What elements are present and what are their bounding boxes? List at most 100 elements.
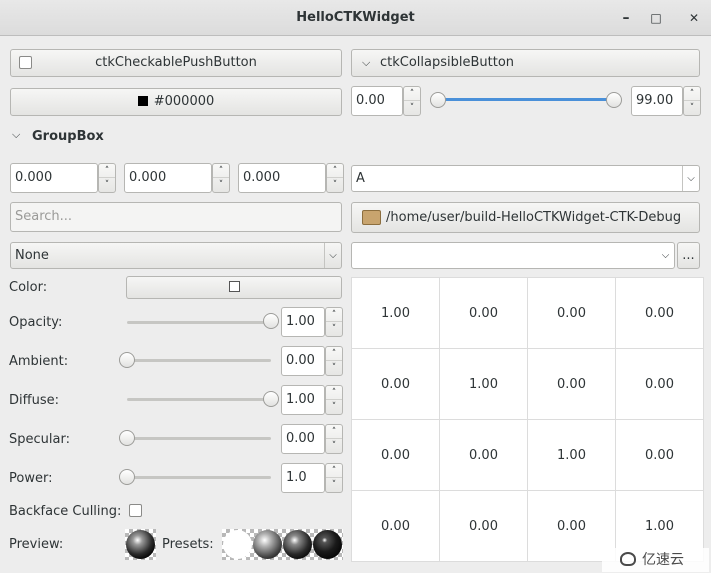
power-input[interactable]: 1.0: [281, 463, 325, 493]
range-max-spinner[interactable]: ˄ ˅: [683, 86, 701, 116]
directory-button[interactable]: /home/user/build-HelloCTKWidget-CTK-Debu…: [351, 202, 700, 233]
groupbox-title[interactable]: GroupBox: [32, 127, 104, 147]
spin-down-icon[interactable]: ˅: [404, 101, 420, 115]
search-input[interactable]: Search...: [10, 202, 342, 232]
preset-sphere-black-icon[interactable]: [313, 530, 342, 559]
specular-slider-handle[interactable]: [119, 430, 135, 446]
matrix-cell[interactable]: 0.00: [615, 419, 704, 491]
spin-up-icon[interactable]: ˄: [326, 308, 342, 322]
backface-culling-checkbox[interactable]: [129, 504, 142, 517]
diffuse-input[interactable]: 1.00: [281, 385, 325, 415]
matrix-cell[interactable]: 1.00: [351, 277, 440, 349]
range-max-input[interactable]: 99.00: [631, 86, 683, 116]
matrix-cell[interactable]: 0.00: [351, 419, 440, 491]
spin-up-icon[interactable]: ˄: [684, 87, 700, 101]
spin-up-icon[interactable]: ˄: [327, 164, 343, 178]
power-slider-handle[interactable]: [119, 469, 135, 485]
spin-down-icon[interactable]: ˅: [326, 439, 342, 453]
diffuse-slider-handle[interactable]: [263, 391, 279, 407]
coordinate-x-spinner[interactable]: ˄ ˅: [98, 163, 116, 193]
range-slider-max-handle[interactable]: [606, 92, 622, 108]
range-slider-min-handle[interactable]: [430, 92, 446, 108]
spin-up-icon[interactable]: ˄: [326, 464, 342, 478]
spin-up-icon[interactable]: ˄: [213, 164, 229, 178]
spin-up-icon[interactable]: ˄: [404, 87, 420, 101]
opacity-input[interactable]: 1.00: [281, 307, 325, 337]
spin-down-icon[interactable]: ˅: [327, 178, 343, 192]
preset-sphere-dark-icon[interactable]: [283, 530, 312, 559]
matrix-cell[interactable]: 0.00: [351, 490, 440, 562]
opacity-spinner[interactable]: ˄ ˅: [325, 307, 343, 337]
spin-down-icon[interactable]: ˅: [326, 361, 342, 375]
preset-sphere-gray-icon[interactable]: [253, 530, 282, 559]
coordinate-y-input[interactable]: 0.000: [124, 163, 212, 193]
matrix-cell[interactable]: 1.00: [527, 419, 616, 491]
spin-down-icon[interactable]: ˅: [213, 178, 229, 192]
matrix-cell[interactable]: 0.00: [527, 277, 616, 349]
close-button[interactable]: ✕: [684, 8, 704, 28]
ambient-input[interactable]: 0.00: [281, 346, 325, 376]
color-swatch: [228, 281, 240, 292]
coordinate-z-spinner[interactable]: ˄ ˅: [326, 163, 344, 193]
checkable-button-checkbox[interactable]: [19, 56, 32, 69]
spin-up-icon[interactable]: ˄: [326, 347, 342, 361]
presets-label: Presets:: [162, 537, 214, 552]
matrix-cell[interactable]: 0.00: [439, 277, 528, 349]
coordinate-x-input[interactable]: 0.000: [10, 163, 98, 193]
power-slider-track[interactable]: [127, 476, 271, 479]
spin-up-icon[interactable]: ˄: [326, 386, 342, 400]
specular-slider-track[interactable]: [127, 437, 271, 440]
matrix-cell[interactable]: 1.00: [439, 348, 528, 420]
letter-combo-box[interactable]: A ⌵: [351, 165, 700, 192]
matrix-row: 0.00 1.00 0.00 0.00: [351, 348, 704, 420]
spin-down-icon[interactable]: ˅: [326, 478, 342, 492]
preset-sphere-white-icon[interactable]: [223, 530, 252, 559]
spin-down-icon[interactable]: ˅: [326, 322, 342, 336]
chevron-down-icon[interactable]: ⌵: [324, 243, 341, 268]
opacity-slider-handle[interactable]: [263, 313, 279, 329]
specular-input[interactable]: 0.00: [281, 424, 325, 454]
matrix-row: 1.00 0.00 0.00 0.00: [351, 277, 704, 349]
groupbox-chevron-down-icon[interactable]: ⌵: [12, 128, 20, 142]
maximize-button[interactable]: □: [646, 8, 666, 28]
path-combo-box[interactable]: ⌵: [351, 242, 675, 269]
coordinate-y-spinner[interactable]: ˄ ˅: [212, 163, 230, 193]
watermark: 亿速云: [602, 548, 709, 572]
matrix-row: 0.00 0.00 1.00 0.00: [351, 419, 704, 491]
minimize-button[interactable]: –: [616, 8, 636, 28]
range-min-spinner[interactable]: ˄ ˅: [403, 86, 421, 116]
browse-button[interactable]: ...: [677, 242, 700, 269]
directory-path-label: /home/user/build-HelloCTKWidget-CTK-Debu…: [386, 210, 682, 225]
ambient-slider-track[interactable]: [127, 359, 271, 362]
chevron-down-icon[interactable]: ⌵: [682, 166, 699, 191]
diffuse-spinner[interactable]: ˄ ˅: [325, 385, 343, 415]
matrix-cell[interactable]: 0.00: [439, 490, 528, 562]
ambient-slider-handle[interactable]: [119, 352, 135, 368]
matrix-cell[interactable]: 0.00: [439, 419, 528, 491]
matrix-cell[interactable]: 0.00: [351, 348, 440, 420]
material-color-button[interactable]: [126, 276, 342, 299]
power-spinner[interactable]: ˄ ˅: [325, 463, 343, 493]
opacity-slider-track[interactable]: [127, 321, 271, 324]
spin-up-icon[interactable]: ˄: [99, 164, 115, 178]
ambient-spinner[interactable]: ˄ ˅: [325, 346, 343, 376]
specular-spinner[interactable]: ˄ ˅: [325, 424, 343, 454]
range-min-input[interactable]: 0.00: [351, 86, 403, 116]
color-picker-button[interactable]: #000000: [10, 88, 342, 116]
matrix-cell[interactable]: 0.00: [615, 277, 704, 349]
spin-down-icon[interactable]: ˅: [326, 400, 342, 414]
matrix-cell[interactable]: 0.00: [527, 348, 616, 420]
chevron-down-icon[interactable]: ⌵: [657, 243, 674, 268]
coordinate-z-input[interactable]: 0.000: [238, 163, 326, 193]
backface-culling-label: Backface Culling:: [9, 504, 122, 519]
checkable-push-button[interactable]: ctkCheckablePushButton: [10, 49, 342, 77]
none-combo-box[interactable]: None ⌵: [10, 242, 342, 269]
diffuse-slider-track[interactable]: [127, 398, 271, 401]
matrix-cell[interactable]: 0.00: [615, 348, 704, 420]
matrix-widget[interactable]: 1.00 0.00 0.00 0.00 0.00 1.00 0.00 0.00 …: [351, 277, 704, 562]
spin-up-icon[interactable]: ˄: [326, 425, 342, 439]
collapsible-button[interactable]: ⌵ ctkCollapsibleButton: [351, 49, 700, 77]
spin-down-icon[interactable]: ˅: [684, 101, 700, 115]
spin-down-icon[interactable]: ˅: [99, 178, 115, 192]
specular-label: Specular:: [9, 432, 70, 447]
